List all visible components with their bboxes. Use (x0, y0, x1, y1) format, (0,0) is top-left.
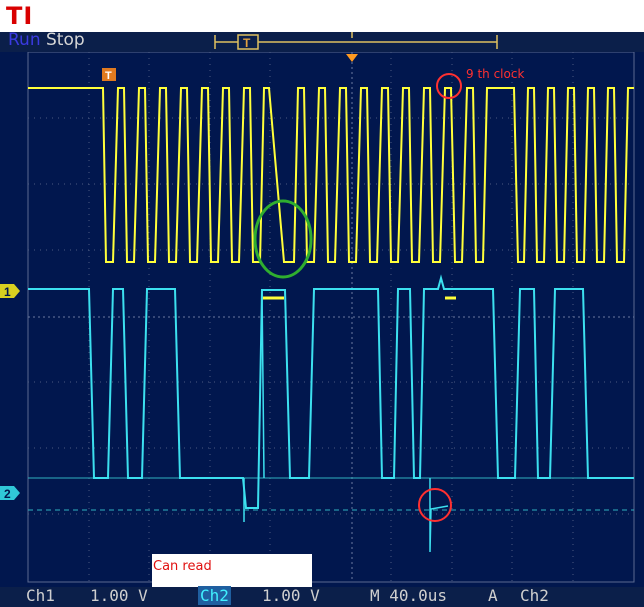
acquisition-status: Run Stop (8, 32, 85, 50)
run-prefix-label: Run (8, 32, 41, 50)
trigger-level-label: T (105, 70, 112, 82)
annotation-can-read: Can read (153, 559, 212, 574)
timebase-readout: M 40.0us (370, 586, 448, 605)
ch1-scale: 1.00 V (90, 586, 148, 605)
annotation-ack-circle (418, 488, 452, 522)
run-state-label: Stop (46, 32, 85, 50)
annotation-ninth-clock-circle (436, 73, 462, 99)
ch2-glitch-spikes (243, 289, 449, 553)
position-indicator-t: T (243, 36, 251, 50)
trigger-source: Ch2 (520, 586, 549, 605)
trigger-position-icon (346, 54, 358, 62)
graticule-center-axes (28, 52, 634, 582)
trigger-mode: A (488, 586, 498, 605)
ch2-label: Ch2 (198, 586, 231, 605)
waveform-screen: T T 1 2 (0, 32, 644, 583)
ch2-waveform (28, 274, 634, 509)
ch2-marker-label: 2 (4, 487, 11, 501)
ch1-marker-label: 1 (4, 285, 11, 299)
ch1-label: Ch1 (26, 586, 55, 605)
ch1-waveform (28, 87, 634, 263)
page-title: TI (6, 2, 34, 30)
annotation-ninth-clock: 9 th clock (466, 67, 525, 81)
scope-readout-bar: Ch1 1.00 V Ch2 1.00 V M 40.0us A Ch2 (0, 586, 644, 607)
oscilloscope-display: T T 1 2 Run Stop 9 th clock Can read Ch1… (0, 32, 644, 607)
ch2-scale: 1.00 V (262, 586, 320, 605)
